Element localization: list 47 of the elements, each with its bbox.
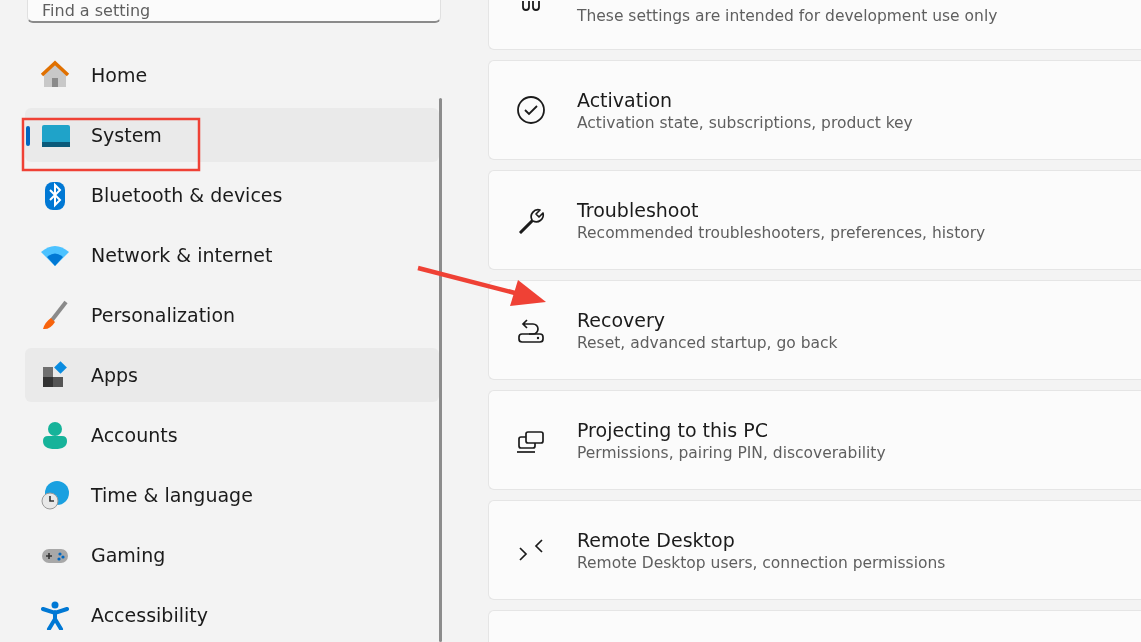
- sidebar-item[interactable]: Time & language: [25, 468, 439, 522]
- sidebar-item[interactable]: Network & internet: [25, 228, 439, 282]
- card-title: Remote Desktop: [577, 528, 736, 551]
- card-subtitle: Activation state, subscriptions, product key: [577, 113, 913, 132]
- sidebar-item[interactable]: Personalization: [25, 288, 439, 342]
- sidebar-label: Personalization: [91, 304, 236, 326]
- check-circle-icon: [515, 94, 547, 126]
- paintbrush-icon: [40, 300, 70, 330]
- sidebar-label: Bluetooth & devices: [91, 184, 283, 206]
- accessibility-icon: [40, 600, 70, 630]
- sidebar-label: Accounts: [91, 424, 178, 446]
- globe-clock-icon: [40, 480, 70, 510]
- apps-icon: [40, 360, 70, 390]
- settings-card[interactable]: Projecting to this PC Permissions, pairing PIN, discoverability: [488, 390, 1141, 490]
- settings-card[interactable]: Remote Desktop Remote Desktop users, connection permissions: [488, 500, 1141, 600]
- person-icon: [40, 420, 70, 450]
- card-subtitle: Remote Desktop users, connection permissions: [577, 553, 946, 572]
- sidebar-item[interactable]: Apps: [25, 348, 439, 402]
- scrollbar[interactable]: [439, 98, 442, 642]
- sidebar-label: Network & internet: [91, 244, 273, 266]
- search-field[interactable]: Find a setting: [27, 0, 441, 23]
- sidebar-item[interactable]: Bluetooth & devices: [25, 168, 439, 222]
- card-subtitle: Reset, advanced startup, go back: [577, 333, 838, 352]
- sidebar-label: Accessibility: [91, 604, 208, 626]
- selection-indicator: [26, 126, 30, 146]
- sidebar-label: Time & language: [91, 484, 253, 506]
- sidebar-label: Home: [91, 64, 148, 86]
- settings-card[interactable]: Troubleshoot Recommended troubleshooters, preferences, history: [488, 170, 1141, 270]
- settings-card[interactable]: These settings are intended for development use only: [488, 0, 1141, 50]
- home-icon: [40, 60, 70, 90]
- card-subtitle: Permissions, pairing PIN, discoverability: [577, 443, 886, 462]
- sidebar-item[interactable]: Gaming: [25, 528, 439, 582]
- sidebar-label: System: [91, 124, 162, 146]
- sidebar-item[interactable]: Accessibility: [25, 588, 439, 642]
- sidebar-item[interactable]: System: [25, 108, 439, 162]
- sidebar-item[interactable]: Accounts: [25, 408, 439, 462]
- card-title: Troubleshoot: [577, 198, 700, 221]
- sidebar-label: Gaming: [91, 544, 166, 566]
- sidebar-item[interactable]: Home: [25, 48, 439, 102]
- card-subtitle: Recommended troubleshooters, preferences, history: [577, 223, 986, 242]
- card-title: Activation: [577, 88, 674, 111]
- card-subtitle: These settings are intended for development use only: [577, 7, 998, 25]
- card-title: Projecting to this PC: [577, 418, 769, 441]
- settings-card[interactable]: Recovery Reset, advanced startup, go back: [488, 280, 1141, 380]
- card-title: Recovery: [577, 308, 667, 331]
- sidebar-label: Apps: [91, 364, 139, 386]
- settings-card[interactable]: Activation Activation state, subscriptions, product key: [488, 60, 1141, 160]
